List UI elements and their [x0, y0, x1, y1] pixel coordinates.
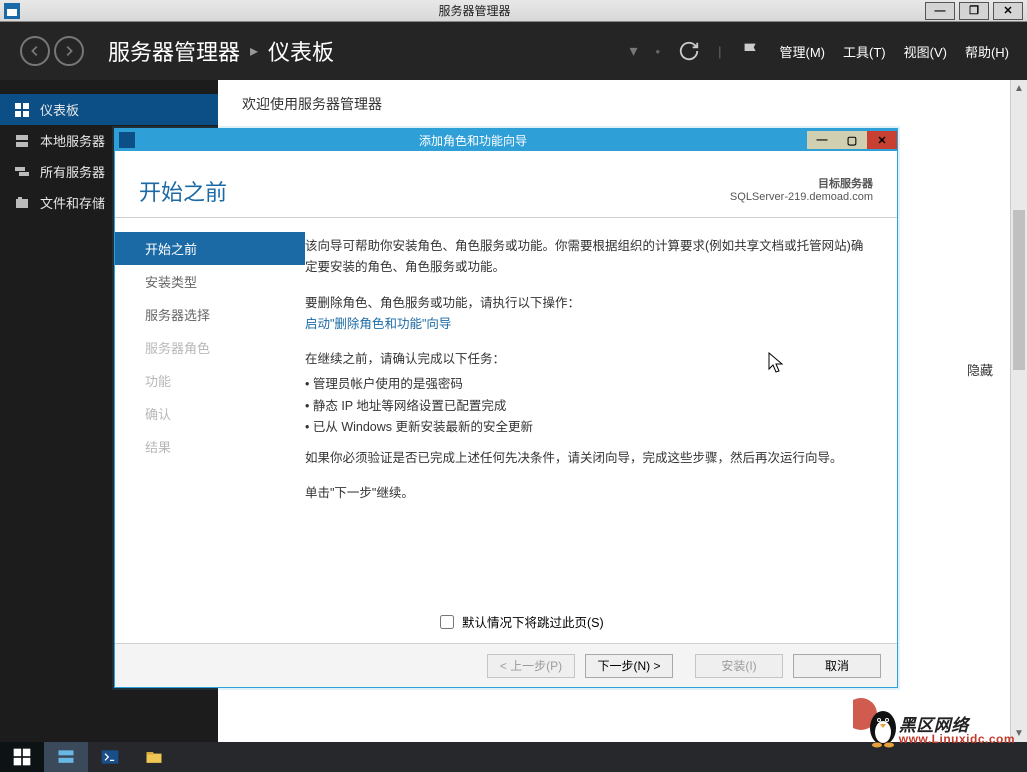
flag-icon[interactable]: [740, 40, 762, 62]
wizard-window-title: 添加角色和功能向导: [139, 132, 807, 149]
taskbar-powershell[interactable]: [88, 742, 132, 772]
refresh-icon[interactable]: [678, 40, 700, 62]
wizard-nav-server-roles: 服务器角色: [115, 331, 305, 364]
servers-icon: [14, 164, 30, 180]
file-storage-icon: [14, 195, 30, 211]
menu-manage[interactable]: 管理(M): [780, 42, 826, 61]
wizard-nav-results: 结果: [115, 430, 305, 463]
main-header: 服务器管理器 ▸ 仪表板 ▾ • | 管理(M) 工具(T) 视图(V) 帮助(…: [0, 22, 1027, 80]
separator: •: [656, 44, 661, 59]
wizard-maximize-button[interactable]: ▢: [837, 131, 867, 149]
prereq-item-2: 静态 IP 地址等网络设置已配置完成: [305, 396, 871, 417]
wizard-dialog: 添加角色和功能向导 — ▢ ✕ 开始之前 目标服务器 SQLServer-219…: [114, 128, 898, 688]
menu-view[interactable]: 视图(V): [904, 42, 947, 61]
sidebar-item-label: 仪表板: [40, 100, 79, 119]
install-button: 安装(I): [695, 654, 783, 678]
sidebar-item-dashboard[interactable]: 仪表板: [0, 94, 218, 125]
skip-checkbox[interactable]: [440, 615, 454, 629]
outer-window-title: 服务器管理器: [24, 2, 925, 19]
taskbar: [0, 742, 1027, 772]
wizard-nav: 开始之前 安装类型 服务器选择 服务器角色 功能 确认 结果: [115, 218, 305, 634]
wizard-nav-features: 功能: [115, 364, 305, 397]
wizard-nav-confirmation: 确认: [115, 397, 305, 430]
menu-help[interactable]: 帮助(H): [965, 42, 1009, 61]
wizard-nav-server-selection[interactable]: 服务器选择: [115, 298, 305, 331]
previous-button: < 上一步(P): [487, 654, 575, 678]
wizard-close-button[interactable]: ✕: [867, 131, 897, 149]
dropdown-icon[interactable]: ▾: [630, 41, 638, 61]
breadcrumb: 服务器管理器 ▸ 仪表板: [108, 35, 334, 67]
scrollbar-vertical[interactable]: ▲ ▼: [1010, 80, 1027, 742]
wizard-content: 该向导可帮助你安装角色、角色服务或功能。你需要根据组织的计算要求(例如共享文档或…: [305, 218, 897, 634]
breadcrumb-current: 仪表板: [268, 35, 334, 67]
content-prereq-heading: 在继续之前，请确认完成以下任务：: [305, 349, 871, 370]
wizard-nav-installation-type[interactable]: 安装类型: [115, 265, 305, 298]
taskbar-server-manager[interactable]: [44, 742, 88, 772]
prereq-item-1: 管理员帐户使用的是强密码: [305, 374, 871, 395]
dashboard-icon: [14, 102, 30, 118]
target-server-label: 目标服务器: [730, 175, 873, 191]
outer-minimize-button[interactable]: —: [925, 2, 955, 20]
breadcrumb-root[interactable]: 服务器管理器: [108, 35, 240, 67]
outer-close-button[interactable]: ✕: [993, 2, 1023, 20]
outer-maximize-button[interactable]: ❐: [959, 2, 989, 20]
skip-label: 默认情况下将跳过此页(S): [462, 612, 604, 631]
taskbar-explorer[interactable]: [132, 742, 176, 772]
server-icon: [14, 133, 30, 149]
content-intro: 该向导可帮助你安装角色、角色服务或功能。你需要根据组织的计算要求(例如共享文档或…: [305, 236, 871, 279]
content-remove-hint: 要删除角色、角色服务或功能，请执行以下操作：: [305, 293, 871, 314]
chevron-right-icon: ▸: [250, 41, 258, 61]
wizard-app-icon: [119, 132, 135, 148]
content-next-hint: 单击"下一步"继续。: [305, 483, 871, 504]
wizard-page-title: 开始之前: [139, 175, 227, 207]
wizard-minimize-button[interactable]: —: [807, 131, 837, 149]
menu-tools[interactable]: 工具(T): [843, 42, 886, 61]
target-server-value: SQLServer-219.demoad.com: [730, 191, 873, 203]
scroll-down-icon[interactable]: ▼: [1011, 725, 1027, 742]
hide-button[interactable]: 隐藏: [967, 360, 993, 379]
content-verify: 如果你必须验证是否已完成上述任何先决条件，请关闭向导，完成这些步骤，然后再次运行…: [305, 448, 871, 469]
app-icon: [4, 3, 20, 19]
outer-window-titlebar: 服务器管理器 — ❐ ✕: [0, 0, 1027, 22]
sidebar-item-label: 文件和存储: [40, 193, 105, 212]
scroll-up-icon[interactable]: ▲: [1011, 80, 1027, 97]
wizard-header: 开始之前 目标服务器 SQLServer-219.demoad.com: [115, 151, 897, 218]
welcome-text: 欢迎使用服务器管理器: [242, 94, 1003, 114]
nav-back-button[interactable]: [20, 36, 50, 66]
start-button[interactable]: [0, 742, 44, 772]
wizard-titlebar[interactable]: 添加角色和功能向导 — ▢ ✕: [115, 129, 897, 151]
sidebar-item-label: 本地服务器: [40, 131, 105, 150]
sidebar-item-label: 所有服务器: [40, 162, 105, 181]
cancel-button[interactable]: 取消: [793, 654, 881, 678]
wizard-nav-before-you-begin[interactable]: 开始之前: [115, 232, 305, 265]
prereq-item-3: 已从 Windows 更新安装最新的安全更新: [305, 417, 871, 438]
separator: |: [718, 44, 721, 59]
nav-forward-button[interactable]: [54, 36, 84, 66]
wizard-footer: < 上一步(P) 下一步(N) > 安装(I) 取消: [115, 643, 897, 687]
remove-roles-link[interactable]: 启动"删除角色和功能"向导: [305, 314, 871, 335]
next-button[interactable]: 下一步(N) >: [585, 654, 673, 678]
scrollbar-thumb[interactable]: [1013, 210, 1025, 370]
